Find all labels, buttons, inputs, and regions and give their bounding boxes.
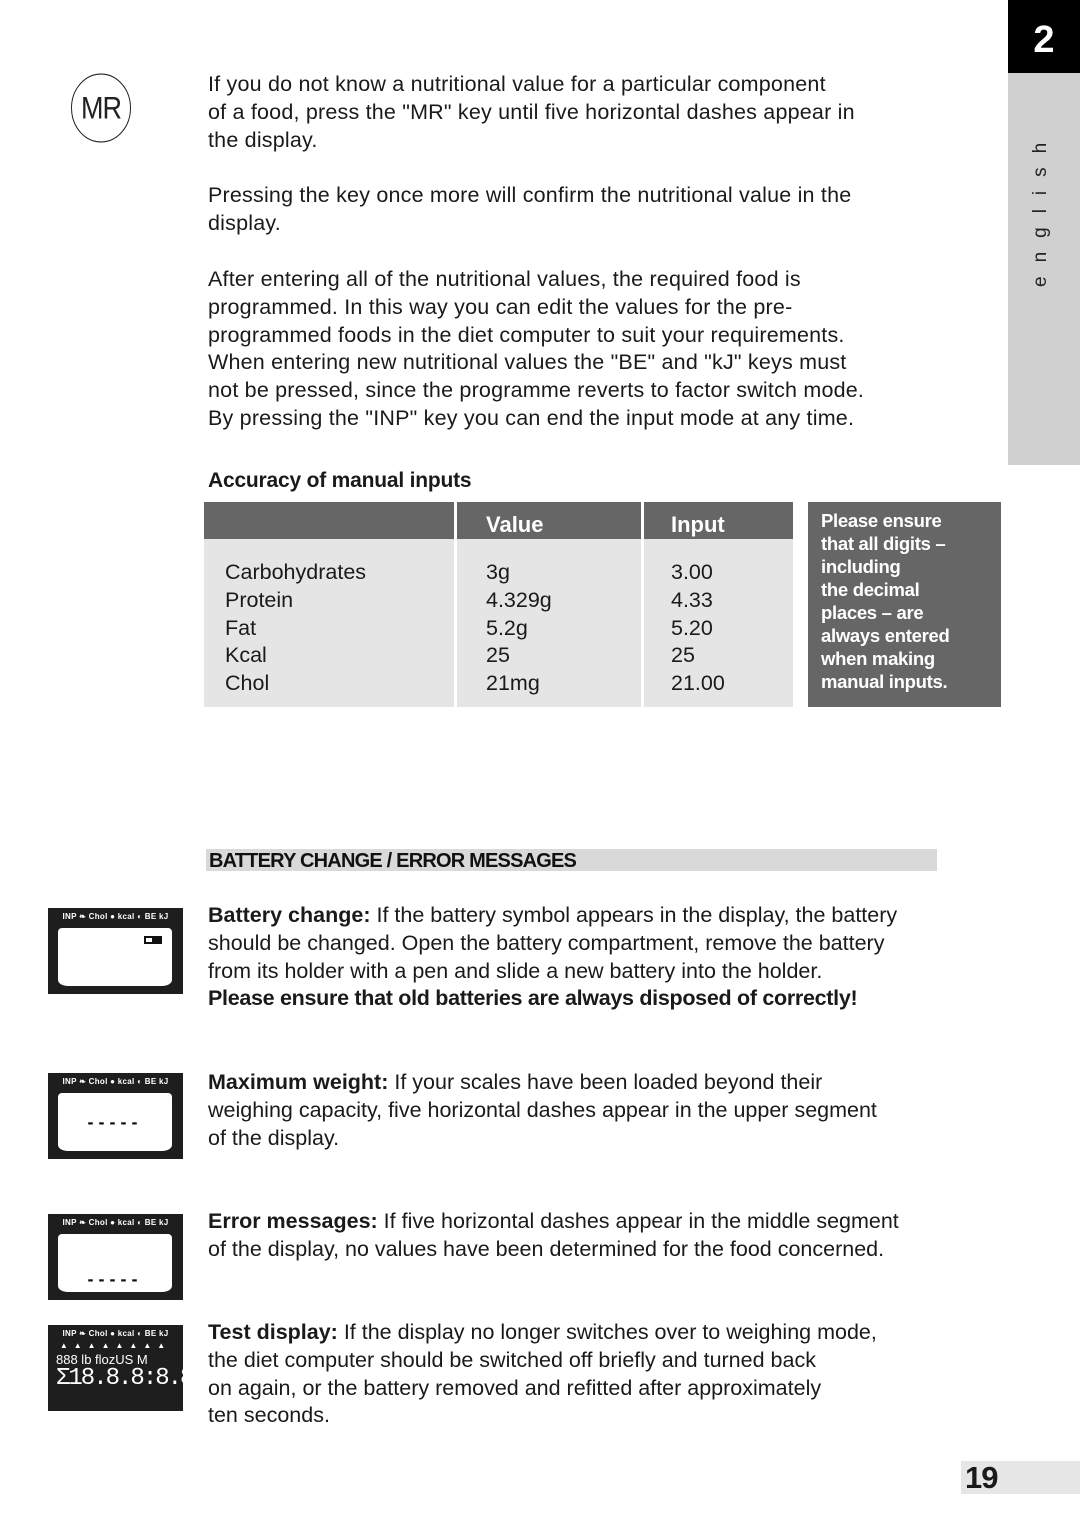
text-line: By pressing the "INP" key you can end th… bbox=[208, 405, 855, 430]
table-header: Input bbox=[644, 502, 793, 539]
table-cell: 3g bbox=[486, 560, 510, 584]
table-column-value: Value 3g 4.329g 5.2g 25 21mg bbox=[457, 502, 641, 707]
table-cell: Chol bbox=[225, 671, 270, 696]
entry-text: If your scales have been loaded beyond t… bbox=[388, 1070, 823, 1094]
lcd-max-weight-display: INP ❧ Chol ● kcal ◐ BE kJ ----- bbox=[48, 1073, 183, 1159]
text-line: Pressing the key once more will confirm … bbox=[208, 183, 852, 207]
entry-term: Battery change: bbox=[208, 903, 371, 927]
section-heading-bar: BATTERY CHANGE / ERROR MESSAGES bbox=[206, 849, 937, 872]
text-line: After entering all of the nutritional va… bbox=[208, 267, 801, 291]
table-cell: 21mg bbox=[486, 671, 540, 696]
table-header bbox=[204, 502, 454, 539]
lcd-indicator-labels: INP ❧ Chol ● kcal ◐ BE kJ bbox=[62, 1218, 169, 1227]
intro-paragraph-3: After entering all of the nutritional va… bbox=[208, 266, 998, 433]
entry-battery-change: Battery change: If the battery symbol ap… bbox=[208, 902, 1008, 1013]
entry-term: Error messages: bbox=[208, 1209, 378, 1233]
entry-term: Test display: bbox=[208, 1320, 338, 1344]
table-column-input: Input 3.00 4.33 5.20 25 21.00 bbox=[644, 502, 793, 707]
lcd-screen bbox=[58, 928, 172, 986]
table-cell: 21.00 bbox=[671, 671, 725, 696]
entry-text: If five horizontal dashes appear in the … bbox=[377, 1209, 899, 1233]
disposal-warning: Please ensure that old batteries are alw… bbox=[208, 986, 858, 1011]
intro-paragraph-1: If you do not know a nutritional value f… bbox=[208, 71, 998, 154]
note-line: when making bbox=[821, 648, 935, 669]
text-line: When entering new nutritional values the… bbox=[208, 350, 847, 375]
accuracy-table: Carbohydrates Protein Fat Kcal Chol Valu… bbox=[204, 502, 793, 707]
lcd-indicator-labels: INP ❧ Chol ● kcal ◐ BE kJ bbox=[62, 1077, 169, 1086]
table-header: Value bbox=[457, 502, 641, 539]
entry-text: ten seconds. bbox=[208, 1403, 330, 1428]
entry-text: of the display, no values have been dete… bbox=[208, 1236, 885, 1261]
text-line: display. bbox=[208, 210, 281, 235]
entry-term: Maximum weight: bbox=[208, 1070, 389, 1094]
table-cell: Protein bbox=[225, 587, 294, 612]
section-title: BATTERY CHANGE / ERROR MESSAGES bbox=[209, 850, 577, 872]
table-column-nutrient: Carbohydrates Protein Fat Kcal Chol bbox=[204, 502, 454, 707]
table-cell: 5.2g bbox=[486, 615, 528, 640]
table-cell: Carbohydrates bbox=[225, 560, 367, 584]
entry-text: If the battery symbol appears in the dis… bbox=[370, 903, 898, 927]
lcd-all-segments: ▲▲▲▲▲▲▲▲ 888 lb flozUS M Σ18.8.8:8.8 8 m… bbox=[56, 1341, 256, 1407]
lcd-indicator-labels: INP ❧ Chol ● kcal ◐ BE kJ bbox=[62, 912, 169, 921]
note-line: the decimal bbox=[821, 579, 920, 600]
accuracy-heading: Accuracy of manual inputs bbox=[208, 469, 472, 492]
lcd-test-display: INP ❧ Chol ● kcal ◐ BE kJ ▲▲▲▲▲▲▲▲ 888 l… bbox=[48, 1325, 256, 1411]
text-line: If you do not know a nutritional value f… bbox=[208, 72, 826, 96]
middle-dashes: ----- bbox=[87, 1269, 143, 1289]
upper-dashes: ----- bbox=[87, 1112, 143, 1132]
lcd-screen: ----- bbox=[58, 1234, 172, 1292]
entry-text: from its holder with a pen and slide a n… bbox=[208, 958, 823, 983]
chapter-number-tab: 2 bbox=[1008, 0, 1080, 73]
lcd-digit-row: Σ18.8.8:8.8 8 ml bbox=[56, 1365, 256, 1392]
table-cell: 4.329g bbox=[486, 587, 552, 612]
entry-text: the diet computer should be switched off… bbox=[208, 1347, 816, 1372]
intro-paragraph-2: Pressing the key once more will confirm … bbox=[208, 182, 998, 238]
entry-text: of the display. bbox=[208, 1125, 340, 1150]
entry-text: If the display no longer switches over t… bbox=[337, 1320, 877, 1344]
text-line: programmed foods in the diet computer to… bbox=[208, 322, 845, 347]
text-line: not be pressed, since the programme reve… bbox=[208, 378, 865, 403]
table-cell: 4.33 bbox=[671, 587, 713, 612]
accuracy-note-box: Please ensure that all digits – includin… bbox=[808, 502, 1001, 707]
language-tab: english bbox=[1008, 73, 1080, 465]
table-cell: Kcal bbox=[225, 643, 267, 668]
note-line: that all digits – bbox=[821, 533, 946, 554]
note-line: always entered bbox=[821, 625, 950, 646]
table-cell: 3.00 bbox=[671, 560, 713, 584]
table-cell: 25 bbox=[486, 643, 510, 668]
battery-icon bbox=[144, 936, 162, 944]
entry-text: should be changed. Open the battery comp… bbox=[208, 930, 885, 955]
entry-text: on again, or the battery removed and ref… bbox=[208, 1375, 822, 1400]
note-line: places – are bbox=[821, 602, 924, 623]
text-line: the display. bbox=[208, 127, 318, 152]
lcd-battery-display: INP ❧ Chol ● kcal ◐ BE kJ bbox=[48, 908, 183, 994]
mr-key-icon: MR bbox=[71, 73, 131, 143]
entry-test-display: Test display: If the display no longer s… bbox=[208, 1319, 1008, 1430]
lcd-error-display: INP ❧ Chol ● kcal ◐ BE kJ ----- bbox=[48, 1214, 183, 1300]
table-cell: 25 bbox=[671, 643, 695, 668]
lcd-screen: ----- bbox=[58, 1093, 172, 1151]
lcd-indicator-labels: INP ❧ Chol ● kcal ◐ BE kJ bbox=[62, 1329, 169, 1338]
note-line: including bbox=[821, 556, 901, 577]
entry-maximum-weight: Maximum weight: If your scales have been… bbox=[208, 1069, 1008, 1152]
text-line: programmed. In this way you can edit the… bbox=[208, 294, 793, 319]
indicator-arrows: ▲▲▲▲▲▲▲▲ bbox=[59, 1341, 172, 1350]
table-cell: 5.20 bbox=[671, 615, 713, 640]
text-line: of a food, press the "MR" key until five… bbox=[208, 99, 855, 124]
table-cell: Fat bbox=[225, 615, 257, 640]
page-number: 19 bbox=[961, 1461, 1080, 1495]
language-label: english bbox=[1030, 128, 1051, 287]
note-line: Please ensure bbox=[821, 510, 942, 531]
note-line: manual inputs. bbox=[821, 671, 948, 692]
entry-text: weighing capacity, five horizontal dashe… bbox=[208, 1097, 877, 1122]
entry-error-messages: Error messages: If five horizontal dashe… bbox=[208, 1208, 1008, 1264]
